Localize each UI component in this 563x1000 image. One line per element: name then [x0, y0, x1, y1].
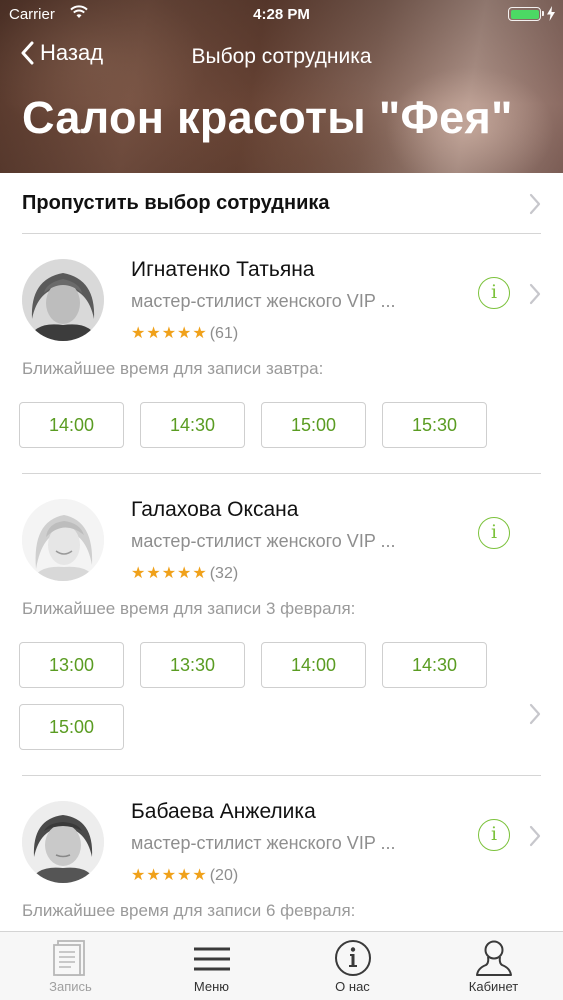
employee-rating: ★★★★★ (20): [131, 865, 238, 885]
employee-name: Бабаева Анжелика: [131, 800, 316, 823]
time-slot-button[interactable]: 13:30: [140, 642, 245, 688]
tab-about[interactable]: О нас: [282, 932, 423, 1000]
time-slot-button[interactable]: 14:00: [261, 642, 366, 688]
availability-label: Ближайшее время для записи завтра:: [22, 359, 324, 378]
chevron-right-icon: [529, 825, 541, 847]
employee-item: Бабаева Анжелика мастер-стилист женского…: [0, 777, 563, 931]
employee-rating: ★★★★★ (61): [131, 323, 238, 343]
status-time: 4:28 PM: [253, 6, 310, 23]
review-count: (32): [209, 565, 239, 582]
time-slot-button[interactable]: 14:00: [19, 402, 124, 448]
tab-bar: Запись Меню О нас Кабинет: [0, 931, 563, 1000]
status-bar: Carrier 4:28 PM: [0, 0, 563, 30]
skip-employee-label: Пропустить выбор сотрудника: [22, 192, 330, 214]
chevron-right-icon: [529, 703, 541, 725]
employee-avatar: [22, 259, 104, 341]
skip-employee-row[interactable]: Пропустить выбор сотрудника: [0, 173, 563, 233]
charging-icon: [547, 6, 555, 21]
divider: [22, 473, 541, 474]
review-count: (61): [209, 325, 239, 342]
time-slot-button[interactable]: 15:00: [19, 704, 124, 750]
review-count: (20): [209, 867, 239, 884]
employee-role: мастер-стилист женского VIP ...: [131, 531, 396, 551]
employee-avatar: [22, 499, 104, 581]
rating-stars: ★★★★★: [131, 565, 208, 582]
info-icon: [334, 940, 371, 976]
tab-menu[interactable]: Меню: [141, 932, 282, 1000]
divider: [22, 233, 541, 234]
time-slot-button[interactable]: 15:00: [261, 402, 366, 448]
tab-label: Запись: [49, 979, 92, 994]
employee-info-icon[interactable]: i: [478, 277, 510, 309]
rating-stars: ★★★★★: [131, 325, 208, 342]
availability-label: Ближайшее время для записи 3 февраля:: [22, 599, 356, 618]
employee-rating: ★★★★★ (32): [131, 563, 238, 583]
menu-icon: [193, 947, 230, 971]
header-banner: Carrier 4:28 PM Назад Выбор сотрудника С…: [0, 0, 563, 173]
employee-role: мастер-стилист женского VIP ...: [131, 291, 396, 311]
employee-name: Игнатенко Татьяна: [131, 258, 315, 281]
tab-label: Меню: [193, 979, 230, 994]
tab-label: О нас: [335, 979, 370, 994]
tab-booking[interactable]: Запись: [0, 932, 141, 1000]
time-slot-button[interactable]: 15:30: [382, 402, 487, 448]
employee-role: мастер-стилист женского VIP ...: [131, 833, 396, 853]
employee-item: Галахова Оксана мастер-стилист женского …: [0, 475, 563, 775]
time-slot-button[interactable]: 14:30: [382, 642, 487, 688]
chevron-right-icon: [529, 283, 541, 305]
nav-title: Выбор сотрудника: [191, 45, 372, 68]
time-slot-button[interactable]: 13:00: [19, 642, 124, 688]
battery-icon: [508, 7, 544, 21]
employee-item: Игнатенко Татьяна мастер-стилист женског…: [0, 235, 563, 473]
salon-title: Салон красоты "Фея": [22, 92, 513, 143]
availability-label: Ближайшее время для записи 6 февраля:: [22, 901, 356, 920]
navigation-bar: Назад Выбор сотрудника: [0, 36, 563, 76]
employee-info-icon[interactable]: i: [478, 819, 510, 851]
employee-info-icon[interactable]: i: [478, 517, 510, 549]
chevron-right-icon: [529, 193, 541, 215]
employee-card[interactable]: Галахова Оксана мастер-стилист женского …: [0, 475, 563, 725]
tab-account[interactable]: Кабинет: [423, 932, 563, 1000]
document-icon: [52, 940, 85, 976]
divider: [22, 775, 541, 776]
employee-card[interactable]: Игнатенко Татьяна мастер-стилист женског…: [0, 235, 563, 342]
employee-list[interactable]: Пропустить выбор сотрудника Игнатенко Та…: [0, 173, 563, 931]
employee-avatar: [22, 801, 104, 883]
employee-name: Галахова Оксана: [131, 498, 299, 521]
tab-label: Кабинет: [468, 979, 519, 994]
time-slot-button[interactable]: 14:30: [140, 402, 245, 448]
person-icon: [475, 940, 512, 976]
employee-card[interactable]: Бабаева Анжелика мастер-стилист женского…: [0, 777, 563, 884]
rating-stars: ★★★★★: [131, 867, 208, 884]
